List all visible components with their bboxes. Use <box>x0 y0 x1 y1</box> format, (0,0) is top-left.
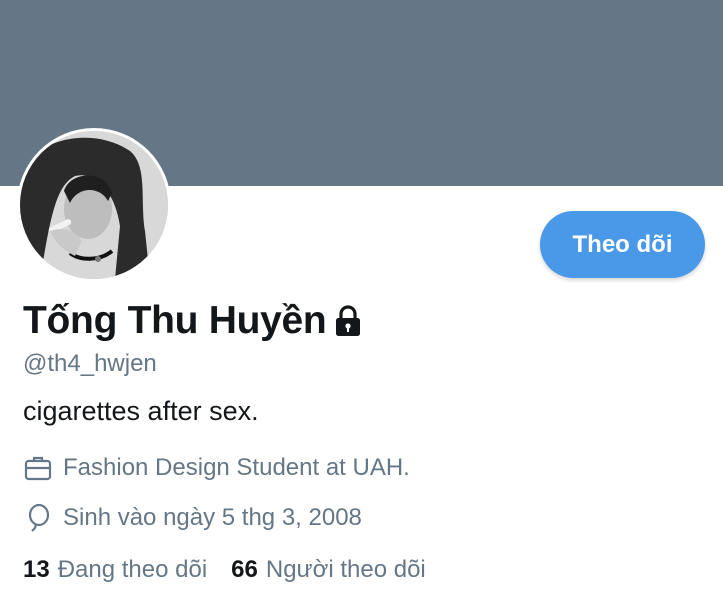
following-label: Đang theo dõi <box>57 556 208 583</box>
following-stat[interactable]: 13 Đang theo dõi <box>23 556 207 584</box>
avatar[interactable] <box>17 128 171 282</box>
profile-handle: @th4_hwjen <box>23 350 157 377</box>
following-count: 13 <box>23 556 50 583</box>
followers-count: 66 <box>231 556 258 583</box>
avatar-photo <box>20 131 168 279</box>
profile-birthday: Sinh vào ngày 5 thg 3, 2008 <box>23 503 362 533</box>
followers-stat[interactable]: 66 Người theo dõi <box>231 556 426 584</box>
briefcase-icon <box>23 453 53 483</box>
lock-icon <box>332 304 364 338</box>
profile-stats: 13 Đang theo dõi 66 Người theo dõi <box>23 556 426 584</box>
display-name: Tống Thu Huyền <box>23 299 327 342</box>
follow-button[interactable]: Theo dõi <box>540 211 705 278</box>
birthday-text: Sinh vào ngày 5 thg 3, 2008 <box>63 504 362 531</box>
profile-job: Fashion Design Student at UAH. <box>23 453 410 483</box>
job-text: Fashion Design Student at UAH. <box>63 454 410 481</box>
avatar-image <box>20 131 168 279</box>
profile-name-row: Tống Thu Huyền <box>23 299 364 343</box>
balloon-icon <box>23 503 53 533</box>
followers-label: Người theo dõi <box>265 556 426 583</box>
profile-bio: cigarettes after sex. <box>23 396 259 426</box>
